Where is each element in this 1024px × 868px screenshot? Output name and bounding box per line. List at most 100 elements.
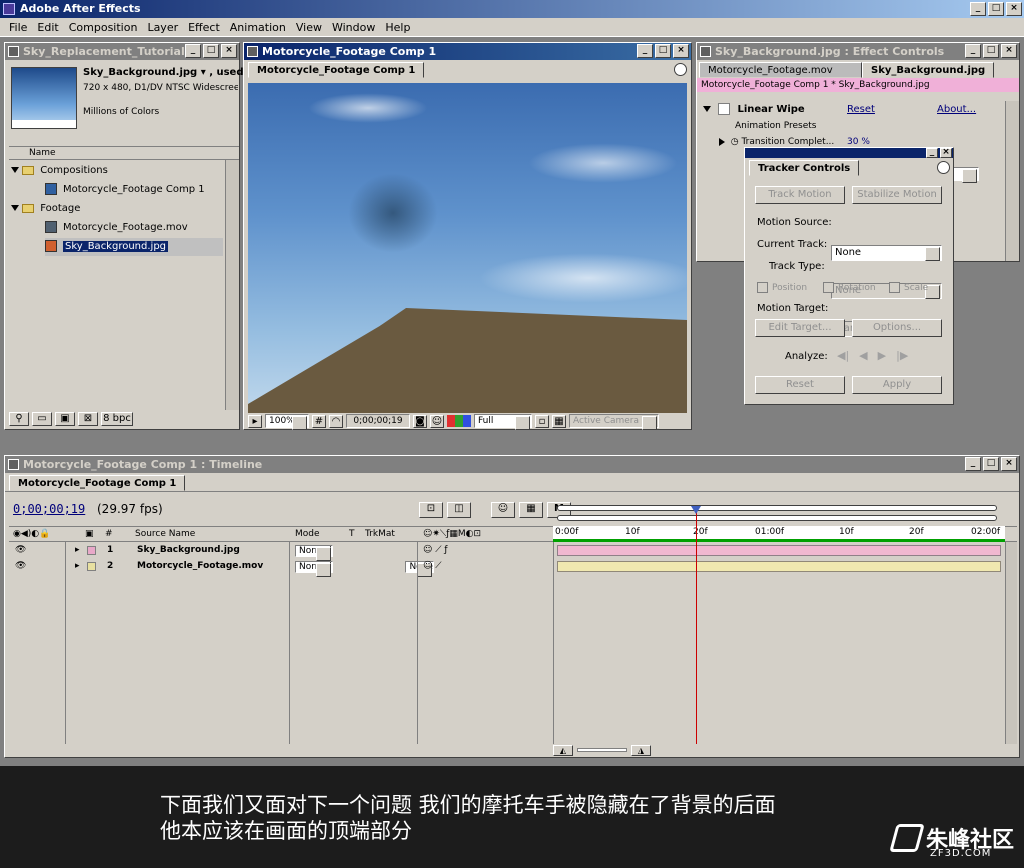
options-button[interactable]: Options...	[852, 319, 942, 337]
effect-scrollbar[interactable]	[1005, 101, 1019, 261]
layer-mode-dropdown[interactable]: Normal	[295, 561, 333, 573]
twirl-down-icon[interactable]	[11, 167, 19, 173]
maximize-button[interactable]: □	[988, 2, 1004, 16]
timeline-minimize-button[interactable]: _	[965, 457, 981, 471]
tab-motorcycle-footage[interactable]: Motorcycle_Footage.mov	[699, 62, 862, 78]
comp-tab[interactable]: Motorcycle_Footage Comp 1	[248, 62, 425, 78]
timeline-title-bar[interactable]: Motorcycle_Footage Comp 1 : Timeline _ □ ×	[5, 456, 1019, 473]
tab-sky-background[interactable]: Sky_Background.jpg	[862, 62, 995, 78]
transparency-grid-icon[interactable]: ▦	[552, 414, 566, 428]
track-motion-button[interactable]: Track Motion	[755, 186, 845, 204]
layer-name[interactable]: Motorcycle_Footage.mov	[137, 559, 263, 574]
tracker-close-button[interactable]: ×	[940, 148, 952, 158]
project-close-button[interactable]: ×	[221, 44, 237, 58]
layer-name[interactable]: Sky_Background.jpg	[137, 543, 240, 558]
playhead-handle-icon[interactable]	[691, 506, 701, 514]
shy-icon[interactable]: ☺	[491, 502, 515, 518]
effect-about-link[interactable]: About...	[937, 101, 976, 119]
menu-animation[interactable]: Animation	[225, 21, 291, 34]
checkbox-icon[interactable]	[757, 282, 768, 293]
list-item[interactable]: Compositions	[11, 162, 108, 180]
twirl-right-icon[interactable]: ▸	[75, 543, 80, 558]
label-color-swatch[interactable]	[87, 546, 96, 555]
tracker-title-strip[interactable]: _ ×	[745, 148, 953, 158]
twirl-down-icon[interactable]	[11, 205, 19, 211]
position-checkbox[interactable]: Position	[757, 282, 807, 293]
twirl-right-icon[interactable]	[719, 137, 725, 146]
effect-reset-link[interactable]: Reset	[847, 101, 875, 119]
analyze-forward-icon[interactable]: ▶	[878, 349, 886, 362]
source-name-header[interactable]: Source Name	[135, 527, 195, 541]
mask-icon[interactable]: ◠	[329, 414, 343, 428]
stabilize-motion-button[interactable]: Stabilize Motion	[852, 186, 942, 204]
rotation-checkbox[interactable]: Rotation	[823, 282, 876, 293]
analyze-back-all-icon[interactable]: ◀|	[837, 349, 849, 362]
menu-layer[interactable]: Layer	[142, 21, 183, 34]
scale-checkbox[interactable]: Scale	[889, 282, 928, 293]
layer-mode-dropdown[interactable]: Normal	[295, 545, 333, 557]
find-icon[interactable]: ⚲	[9, 412, 29, 426]
menu-edit[interactable]: Edit	[32, 21, 63, 34]
motion-source-dropdown[interactable]: None	[831, 245, 942, 261]
zoom-slider[interactable]	[577, 748, 627, 752]
twirl-down-icon[interactable]	[703, 106, 711, 112]
new-folder-icon[interactable]: ▭	[32, 412, 52, 426]
stopwatch-icon[interactable]: ◷	[731, 137, 739, 147]
comp-minimize-button[interactable]: _	[637, 44, 653, 58]
menu-file[interactable]: File	[4, 21, 32, 34]
grid-icon[interactable]: #	[312, 414, 326, 428]
timeline-work-area-bar[interactable]	[553, 502, 1013, 524]
frame-blend-icon[interactable]: ▦	[519, 502, 543, 518]
menu-composition[interactable]: Composition	[64, 21, 143, 34]
comp-flowchart-icon[interactable]: ⊡	[419, 502, 443, 518]
snapshot-icon[interactable]: ◙	[413, 414, 427, 428]
edit-target-button[interactable]: Edit Target...	[755, 319, 845, 337]
layer-bar-2[interactable]	[557, 561, 1001, 572]
tracker-minimize-button[interactable]: _	[926, 148, 938, 158]
menu-window[interactable]: Window	[327, 21, 380, 34]
effect-controls-title-bar[interactable]: Sky_Background.jpg : Effect Controls _ □ ×	[697, 43, 1019, 60]
timeline-scrollbar[interactable]	[1005, 542, 1017, 744]
menu-help[interactable]: Help	[380, 21, 415, 34]
tracker-options-arrow-icon[interactable]	[937, 161, 950, 174]
timeline-timecode[interactable]: 0;00;00;19	[13, 502, 85, 516]
timeline-maximize-button[interactable]: □	[983, 457, 999, 471]
checkbox-icon[interactable]	[889, 282, 900, 293]
timeline-tab[interactable]: Motorcycle_Footage Comp 1	[9, 475, 186, 491]
video-visibility-icon[interactable]: 👁	[15, 543, 26, 558]
list-item[interactable]: Motorcycle_Footage.mov	[45, 219, 188, 237]
resolution-dropdown[interactable]: Full	[474, 414, 532, 430]
list-item[interactable]: Footage	[11, 200, 80, 218]
tracker-apply-button[interactable]: Apply	[852, 376, 942, 394]
zoom-in-icon[interactable]: ◮	[631, 744, 651, 756]
label-color-swatch[interactable]	[87, 562, 96, 571]
effect-minimize-button[interactable]: _	[965, 44, 981, 58]
project-scrollbar[interactable]	[225, 160, 239, 410]
comp-options-arrow-icon[interactable]	[674, 63, 687, 76]
timeline-close-button[interactable]: ×	[1001, 457, 1017, 471]
analyze-back-icon[interactable]: ◀	[859, 349, 867, 362]
tracker-tab[interactable]: Tracker Controls	[749, 160, 860, 176]
new-comp-icon[interactable]: ▣	[55, 412, 75, 426]
effect-close-button[interactable]: ×	[1001, 44, 1017, 58]
menu-view[interactable]: View	[291, 21, 327, 34]
zoom-dropdown[interactable]: 100%	[265, 414, 309, 430]
channel-icon[interactable]	[447, 415, 471, 427]
list-item[interactable]: Motorcycle_Footage Comp 1	[45, 181, 205, 199]
project-title-bar[interactable]: Sky_Replacement_Tutorial _ □ ×	[5, 43, 239, 60]
layer-switches-icon[interactable]: ☺ ⟋	[423, 559, 442, 574]
camera-dropdown[interactable]: Active Camera	[569, 414, 659, 430]
zoom-out-icon[interactable]: ◭	[553, 744, 573, 756]
comp-timecode[interactable]: 0;00;00;19	[346, 414, 410, 428]
layer-bar-1[interactable]	[557, 545, 1001, 556]
work-area-indicator[interactable]	[553, 539, 1005, 542]
tracker-reset-button[interactable]: Reset	[755, 376, 845, 394]
checkbox-icon[interactable]	[823, 282, 834, 293]
comp-viewer[interactable]	[248, 83, 687, 413]
playhead[interactable]	[696, 508, 697, 744]
close-button[interactable]: ×	[1006, 2, 1022, 16]
comp-title-bar[interactable]: Motorcycle_Footage Comp 1 _ □ ×	[244, 43, 691, 60]
time-ruler[interactable]: 0:00f 10f 20f 01:00f 10f 20f 02:00f	[553, 526, 1005, 542]
project-minimize-button[interactable]: _	[185, 44, 201, 58]
trash-icon[interactable]: ⊠	[78, 412, 98, 426]
